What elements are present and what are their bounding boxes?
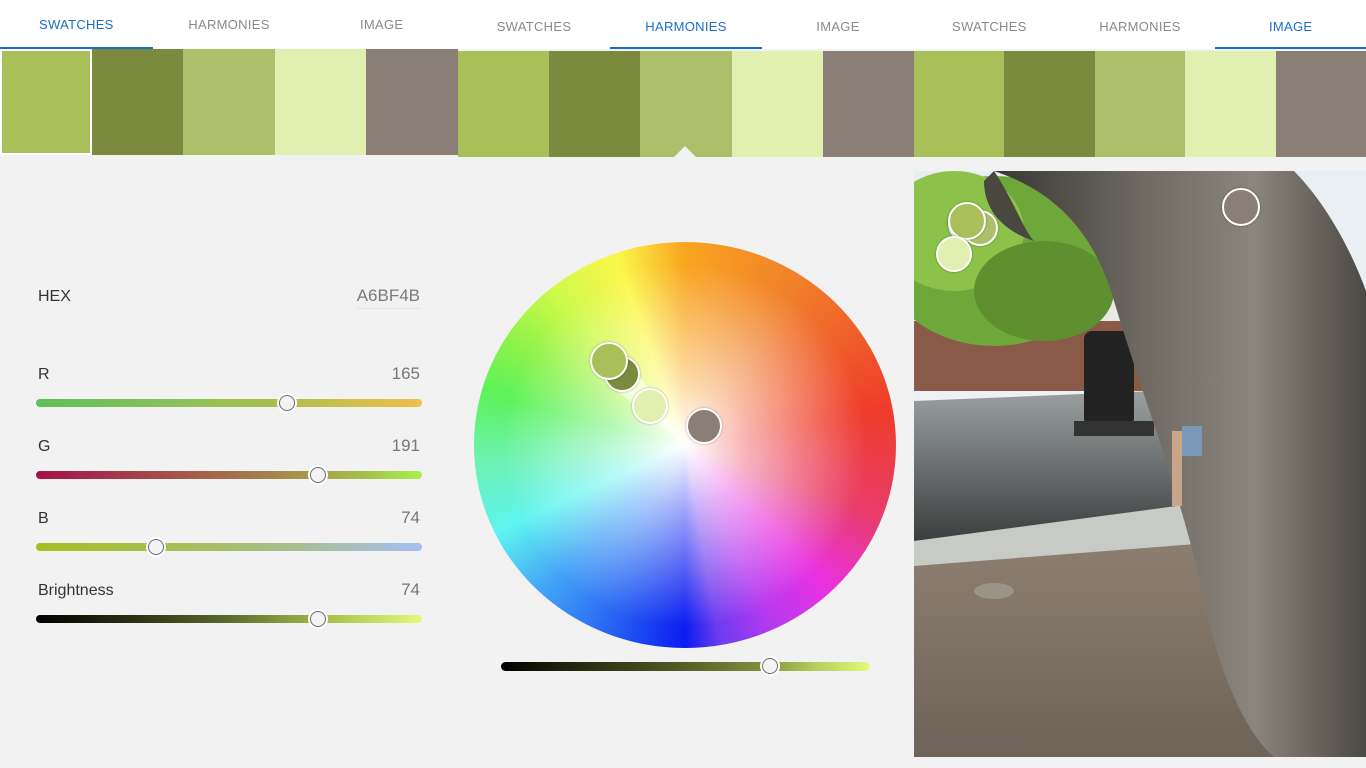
brightness-label: Brightness	[38, 582, 114, 599]
image-sampler-handle-1[interactable]	[948, 202, 986, 240]
swatch-4[interactable]	[1185, 51, 1276, 157]
tab-swatches[interactable]: SWATCHES	[0, 0, 153, 49]
swatch-2[interactable]	[91, 49, 184, 155]
swatch-strip	[0, 49, 458, 155]
swatch-5[interactable]	[1275, 51, 1366, 157]
image-sampler-handle-5[interactable]	[1222, 188, 1260, 226]
swatch-4[interactable]	[274, 49, 367, 155]
tab-image[interactable]: IMAGE	[1215, 0, 1366, 49]
image-sampler-handle-4[interactable]	[936, 236, 972, 272]
tab-image[interactable]: IMAGE	[305, 0, 458, 49]
tab-harmonies[interactable]: HARMONIES	[153, 0, 306, 49]
swatch-strip	[914, 51, 1366, 157]
harmony-handle-1[interactable]	[590, 342, 628, 380]
brightness-slider-handle[interactable]	[307, 609, 328, 629]
g-value[interactable]: 191	[392, 436, 420, 456]
swatch-1[interactable]	[0, 49, 92, 155]
tab-swatches[interactable]: SWATCHES	[914, 0, 1065, 49]
g-label: G	[38, 438, 51, 455]
b-label: B	[38, 510, 49, 527]
tab-bar: SWATCHES HARMONIES IMAGE	[914, 0, 1366, 49]
swatch-1[interactable]	[914, 51, 1005, 157]
brightness-value[interactable]: 74	[401, 580, 420, 600]
swatch-5[interactable]	[366, 49, 458, 155]
brightness-slider-track[interactable]	[36, 615, 422, 623]
swatch-3[interactable]	[1094, 51, 1186, 157]
harmony-handle-5[interactable]	[686, 408, 722, 444]
r-value[interactable]: 165	[392, 364, 420, 384]
hex-label: HEX	[38, 288, 71, 305]
wheel-brightness-track[interactable]	[501, 662, 870, 671]
swatch-2[interactable]	[1004, 51, 1095, 157]
g-slider-track[interactable]	[36, 471, 422, 479]
wheel-brightness-slider[interactable]	[501, 656, 870, 676]
hex-row: HEX A6BF4B	[38, 284, 420, 312]
b-value[interactable]: 74	[401, 508, 420, 528]
swatches-panel: SWATCHES HARMONIES IMAGE HEX A6BF4B R 16…	[0, 0, 458, 768]
tab-harmonies[interactable]: HARMONIES	[1065, 0, 1216, 49]
harmony-handle-4[interactable]	[632, 388, 668, 424]
g-slider-handle[interactable]	[307, 465, 328, 485]
swatch-3[interactable]	[183, 49, 275, 155]
photo-scene-image	[914, 171, 1366, 757]
r-slider-handle[interactable]	[276, 393, 297, 413]
r-label: R	[38, 366, 50, 383]
tab-bar: SWATCHES HARMONIES IMAGE	[0, 0, 458, 49]
source-photo[interactable]	[914, 171, 1366, 757]
harmony-connector-icon	[598, 352, 684, 444]
r-slider-track[interactable]	[36, 399, 422, 407]
harmonies-panel: SWATCHES HARMONIES IMAGE	[458, 0, 914, 768]
wheel-brightness-handle[interactable]	[760, 656, 781, 676]
image-panel: SWATCHES HARMONIES IMAGE	[914, 0, 1366, 768]
hex-input[interactable]: A6BF4B	[356, 286, 420, 309]
b-slider-track[interactable]	[36, 543, 422, 551]
b-slider-handle[interactable]	[145, 537, 166, 557]
